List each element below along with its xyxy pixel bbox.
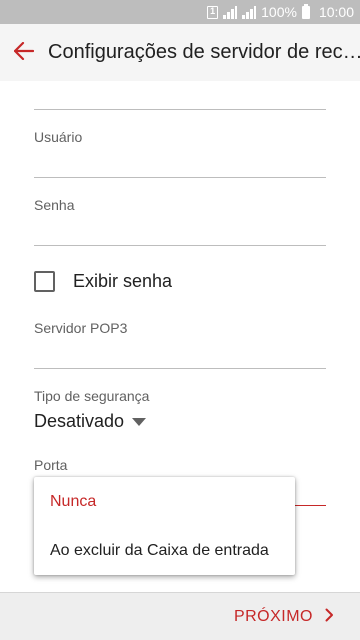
dropdown-option-never[interactable]: Nunca <box>34 477 295 526</box>
chevron-right-icon <box>325 606 334 627</box>
bottom-bar: PRÓXIMO <box>0 592 360 640</box>
username-input[interactable] <box>34 151 326 177</box>
battery-icon <box>301 3 310 19</box>
page-title: Configurações de servidor de rec… <box>48 41 360 63</box>
port-field-underline <box>294 505 326 506</box>
sim-icon: 1 <box>207 5 219 19</box>
password-underline <box>34 245 326 246</box>
security-type-value: Desativado <box>34 411 125 431</box>
battery-percent: 100% <box>261 4 297 20</box>
dropdown-option-on-delete-inbox[interactable]: Ao excluir da Caixa de entrada <box>34 526 295 575</box>
show-password-checkbox[interactable] <box>34 271 55 292</box>
back-button[interactable] <box>0 24 48 81</box>
next-button[interactable]: PRÓXIMO <box>234 606 334 627</box>
port-label: Porta <box>34 457 68 473</box>
pop3-server-input[interactable] <box>34 342 326 368</box>
security-type-select[interactable]: Desativado <box>34 411 147 432</box>
username-label: Usuário <box>34 129 83 145</box>
arrow-left-icon <box>13 39 35 67</box>
show-password-row[interactable]: Exibir senha <box>34 271 172 292</box>
app-bar: Configurações de servidor de rec… <box>0 24 360 81</box>
clock: 10:00 <box>318 4 354 20</box>
username-underline <box>34 177 326 178</box>
pop3-server-underline <box>34 368 326 369</box>
signal-icon-1 <box>223 5 238 19</box>
caret-down-icon <box>132 417 147 426</box>
password-input[interactable] <box>34 219 326 245</box>
delete-option-dropdown: Nunca Ao excluir da Caixa de entrada <box>34 477 295 575</box>
password-label: Senha <box>34 197 75 213</box>
show-password-label: Exibir senha <box>73 271 173 291</box>
signal-icon-2 <box>242 5 257 19</box>
sim-label: 1 <box>210 5 216 16</box>
next-label: PRÓXIMO <box>233 607 313 625</box>
status-bar: 1 100% 10:00 <box>0 0 360 24</box>
security-type-label: Tipo de segurança <box>34 388 150 404</box>
top-field-underline <box>34 109 326 110</box>
pop3-server-label: Servidor POP3 <box>34 320 128 336</box>
